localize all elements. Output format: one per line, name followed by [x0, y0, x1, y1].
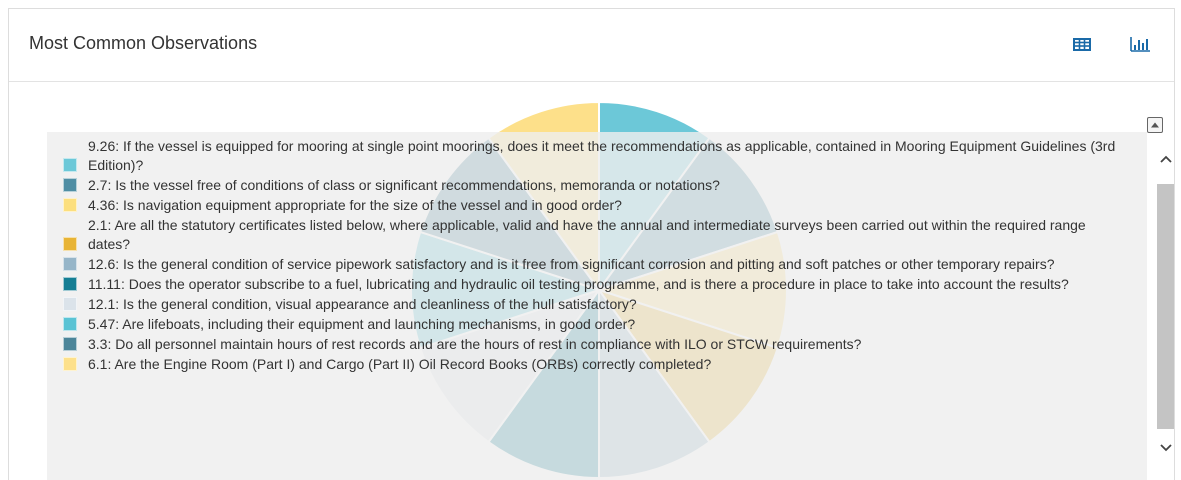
legend-label: 12.6: Is the general condition of servic…	[88, 256, 1055, 272]
legend-item[interactable]: 5.47: Are lifeboats, including their equ…	[47, 315, 1127, 334]
legend-label: 4.36: Is navigation equipment appropriat…	[88, 197, 622, 213]
observations-panel: Most Common Observations 9.26: If the ve…	[8, 8, 1175, 480]
scroll-down-button[interactable]	[1155, 436, 1174, 460]
legend-swatch	[63, 158, 77, 172]
legend-swatch	[63, 237, 77, 251]
legend-label: 9.26: If the vessel is equipped for moor…	[88, 138, 1116, 173]
legend-item[interactable]: 6.1: Are the Engine Room (Part I) and Ca…	[47, 355, 1127, 374]
legend-item[interactable]: 2.1: Are all the statutory certificates …	[47, 216, 1127, 254]
legend-swatch	[63, 357, 77, 371]
chart-view-button[interactable]	[1127, 31, 1153, 57]
scroll-up-button[interactable]	[1155, 148, 1174, 172]
legend-label: 2.7: Is the vessel free of conditions of…	[88, 177, 720, 193]
scroll-thumb[interactable]	[1157, 184, 1174, 429]
bar-chart-icon	[1130, 37, 1150, 52]
legend-item[interactable]: 2.7: Is the vessel free of conditions of…	[47, 176, 1127, 195]
legend-item[interactable]: 11.11: Does the operator subscribe to a …	[47, 275, 1127, 294]
legend-label: 2.1: Are all the statutory certificates …	[88, 217, 1086, 252]
chevron-down-icon	[1160, 444, 1172, 452]
legend-swatch	[63, 317, 77, 331]
legend-swatch	[63, 178, 77, 192]
legend-swatch	[63, 337, 77, 351]
panel-title: Most Common Observations	[29, 33, 258, 53]
legend-item[interactable]: 9.26: If the vessel is equipped for moor…	[47, 137, 1127, 175]
legend-swatch	[63, 198, 77, 212]
legend-item[interactable]: 4.36: Is navigation equipment appropriat…	[47, 196, 1127, 215]
legend-item[interactable]: 12.1: Is the general condition, visual a…	[47, 295, 1127, 314]
collapse-up-icon	[1151, 122, 1159, 128]
legend-swatch	[63, 257, 77, 271]
legend-label: 6.1: Are the Engine Room (Part I) and Ca…	[88, 356, 712, 372]
chevron-up-icon	[1160, 155, 1172, 163]
legend-item[interactable]: 12.6: Is the general condition of servic…	[47, 255, 1127, 274]
legend-label: 5.47: Are lifeboats, including their equ…	[88, 316, 636, 332]
legend-label: 3.3: Do all personnel maintain hours of …	[88, 336, 862, 352]
legend-list: 9.26: If the vessel is equipped for moor…	[47, 132, 1127, 375]
legend-swatch	[63, 297, 77, 311]
table-icon	[1073, 38, 1091, 51]
legend-label: 11.11: Does the operator subscribe to a …	[88, 276, 1069, 292]
panel-header: Most Common Observations	[9, 9, 1174, 82]
chart-legend: 9.26: If the vessel is equipped for moor…	[47, 132, 1174, 480]
legend-item[interactable]: 3.3: Do all personnel maintain hours of …	[47, 335, 1127, 354]
legend-label: 12.1: Is the general condition, visual a…	[88, 296, 637, 312]
legend-scrollbar[interactable]	[1155, 132, 1174, 480]
legend-swatch	[63, 277, 77, 291]
table-view-button[interactable]	[1069, 31, 1095, 57]
chart-area: 9.26: If the vessel is equipped for moor…	[9, 82, 1174, 480]
collapse-legend-button[interactable]	[1147, 117, 1163, 133]
